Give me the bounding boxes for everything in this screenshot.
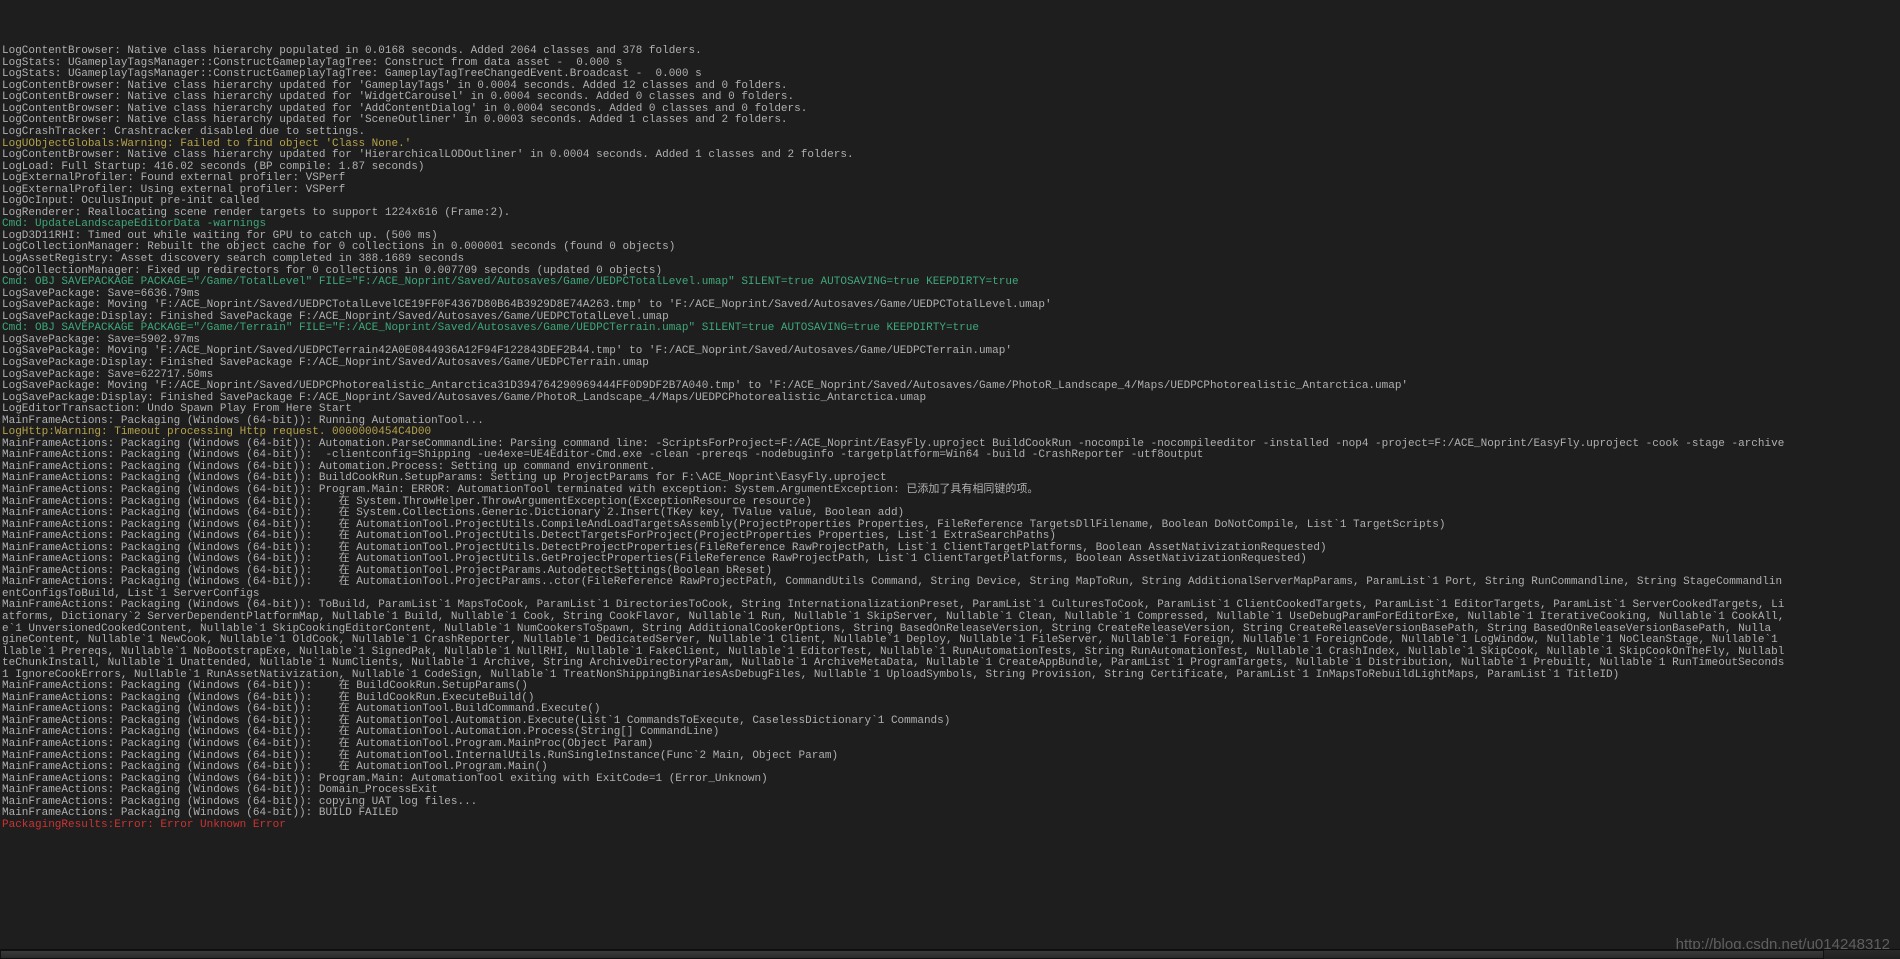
log-line: MainFrameActions: Packaging (Windows (64…: [2, 531, 1898, 543]
log-line: LogRenderer: Reallocating scene render t…: [2, 208, 1898, 220]
log-line: LogAssetRegistry: Asset discovery search…: [2, 254, 1898, 266]
log-line: LogSavePackage:Display: Finished SavePac…: [2, 358, 1898, 370]
log-line: MainFrameActions: Packaging (Windows (64…: [2, 577, 1898, 589]
scrollbar-thumb[interactable]: [0, 950, 1824, 959]
log-line: LogSavePackage: Moving 'F:/ACE_Noprint/S…: [2, 381, 1898, 393]
log-line: MainFrameActions: Packaging (Windows (64…: [2, 762, 1898, 774]
horizontal-scrollbar[interactable]: [0, 949, 1900, 959]
log-line: MainFrameActions: Packaging (Windows (64…: [2, 508, 1898, 520]
log-line: MainFrameActions: Packaging (Windows (64…: [2, 485, 1898, 497]
log-line: MainFrameActions: Packaging (Windows (64…: [2, 739, 1898, 751]
log-line: LogExternalProfiler: Using external prof…: [2, 185, 1898, 197]
log-line: gineContent, Nullable`1 NewCook, Nullabl…: [2, 635, 1898, 647]
log-line: Cmd: OBJ SAVEPACKAGE PACKAGE="/Game/Tota…: [2, 277, 1898, 289]
log-line: LogContentBrowser: Native class hierarch…: [2, 150, 1898, 162]
log-output: LogContentBrowser: Native class hierarch…: [2, 46, 1898, 831]
log-line: teChunkInstall, Nullable`1 Unattended, N…: [2, 658, 1898, 670]
log-line: LogEditorTransaction: Undo Spawn Play Fr…: [2, 404, 1898, 416]
log-line: MainFrameActions: Packaging (Windows (64…: [2, 808, 1898, 820]
log-line: LogContentBrowser: Native class hierarch…: [2, 46, 1898, 58]
log-line: LogCrashTracker: Crashtracker disabled d…: [2, 127, 1898, 139]
log-line: PackagingResults:Error: Error Unknown Er…: [2, 820, 1898, 832]
log-line: MainFrameActions: Packaging (Windows (64…: [2, 785, 1898, 797]
log-line: Cmd: OBJ SAVEPACKAGE PACKAGE="/Game/Terr…: [2, 323, 1898, 335]
log-line: atforms, Dictionary`2 ServerDependentPla…: [2, 612, 1898, 624]
